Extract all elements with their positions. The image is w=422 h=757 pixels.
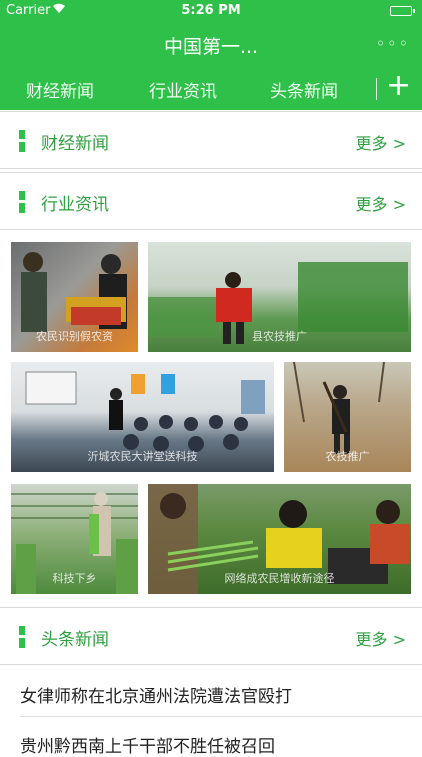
section-title: 财经新闻 [41, 134, 109, 154]
battery-icon [390, 6, 415, 16]
news-divider [20, 716, 422, 717]
status-bar: Carrier 5:26 PM [0, 0, 422, 22]
news-list-item[interactable]: 女律师称在北京通州法院遭法官殴打 [20, 682, 292, 707]
section-title: 头条新闻 [41, 630, 109, 650]
status-time: 5:26 PM [181, 3, 241, 18]
photo-tile[interactable]: 农民识别假农资 [11, 242, 138, 352]
photo-caption: 农民识别假农资 [36, 330, 113, 343]
more-link[interactable]: 更多 > [356, 130, 407, 154]
section-marker-icon [19, 130, 25, 152]
photo-tile[interactable]: 科技下乡 [11, 484, 138, 594]
section-header-headlines[interactable]: 头条新闻 更多 > [0, 607, 422, 665]
section-marker-icon [19, 626, 25, 648]
tab-divider [376, 78, 377, 100]
photo-caption: 农技推广 [325, 450, 370, 463]
more-link[interactable]: 更多 > [356, 191, 407, 215]
category-tab-bar: 财经新闻 行业资讯 头条新闻 + [0, 66, 422, 110]
photo-tile[interactable]: 县农技推广 [148, 242, 411, 352]
add-tab-plus-icon[interactable]: + [386, 71, 411, 101]
photo-caption: 县农技推广 [252, 330, 307, 343]
photo-tile[interactable]: 沂城农民大讲堂送科技 [11, 362, 274, 472]
tab-headline-news[interactable]: 头条新闻 [270, 77, 338, 102]
photo-tile[interactable]: 农技推广 [284, 362, 411, 472]
section-marker-icon [19, 191, 25, 213]
section-title: 行业资讯 [41, 195, 109, 215]
more-dots-icon[interactable]: ◦◦◦ [376, 34, 410, 53]
section-header-industry[interactable]: 行业资讯 更多 > [0, 172, 422, 230]
photo-caption: 沂城农民大讲堂送科技 [87, 450, 198, 463]
tab-industry-info[interactable]: 行业资讯 [149, 77, 217, 102]
photo-caption: 网络成农民增收新途径 [224, 572, 335, 585]
photo-caption: 科技下乡 [52, 572, 97, 585]
section-header-finance[interactable]: 财经新闻 更多 > [0, 111, 422, 169]
page-title: 中国第一... [163, 36, 259, 58]
nav-bar: 中国第一... ◦◦◦ [0, 22, 422, 66]
more-link[interactable]: 更多 > [356, 626, 407, 650]
news-list-item[interactable]: 贵州黔西南上千干部不胜任被召回 [20, 732, 275, 757]
photo-tile[interactable]: 网络成农民增收新途径 [148, 484, 411, 594]
tab-finance-news[interactable]: 财经新闻 [26, 77, 94, 102]
